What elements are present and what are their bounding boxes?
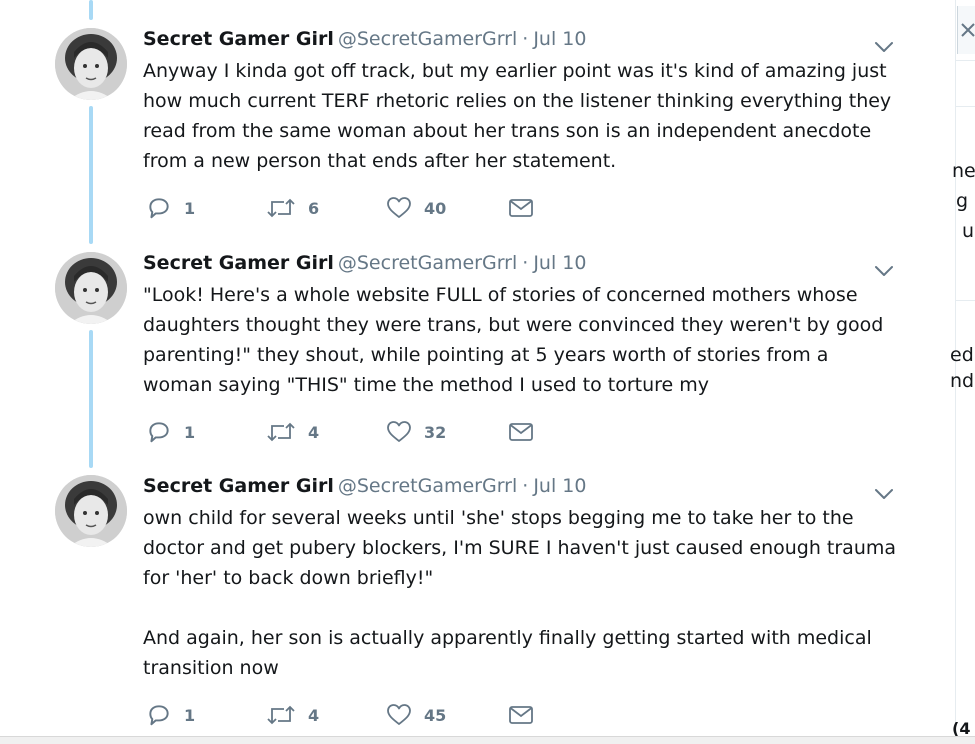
retweet-count: 4 xyxy=(308,705,320,725)
chevron-down-icon xyxy=(875,489,893,499)
display-name[interactable]: Secret Gamer Girl xyxy=(143,28,334,50)
close-icon[interactable] xyxy=(957,6,975,54)
tweet-text: Anyway I kinda got off track, but my ear… xyxy=(143,56,903,176)
heart-icon xyxy=(387,197,411,218)
reply-icon xyxy=(149,422,169,443)
retweet-button[interactable]: 4 xyxy=(266,417,319,447)
tweet-header: Secret Gamer Girl @SecretGamerGrrl · Jul 10 xyxy=(143,473,586,499)
thread-connector-line xyxy=(89,0,93,20)
envelope-icon xyxy=(509,706,533,724)
reply-button[interactable]: 1 xyxy=(146,700,195,730)
avatar[interactable] xyxy=(55,252,127,324)
tweet-actions: 1 4 32 xyxy=(146,417,546,447)
envelope-icon xyxy=(509,199,533,217)
tweet-paragraph: own child for several weeks until 'she' … xyxy=(143,507,897,589)
retweet-icon xyxy=(267,422,295,442)
tweet-text: own child for several weeks until 'she' … xyxy=(143,503,903,683)
retweet-count: 4 xyxy=(308,422,320,442)
tweet-date[interactable]: Jul 10 xyxy=(533,475,586,497)
reply-count: 1 xyxy=(184,422,196,442)
tweet[interactable]: Secret Gamer Girl @SecretGamerGrrl · Jul 10… xyxy=(0,475,922,735)
like-count: 45 xyxy=(424,705,447,725)
tweet-text: "Look! Here's a whole website FULL of st… xyxy=(143,280,903,400)
envelope-icon xyxy=(509,423,533,441)
like-button[interactable]: 45 xyxy=(386,700,446,730)
like-count: 32 xyxy=(424,422,447,442)
avatar[interactable] xyxy=(55,28,127,100)
direct-message-button[interactable] xyxy=(508,417,534,447)
user-handle[interactable]: @SecretGamerGrrl xyxy=(338,28,517,50)
tweet-paragraph: Anyway I kinda got off track, but my ear… xyxy=(143,60,892,172)
direct-message-button[interactable] xyxy=(508,193,534,223)
conversation-thread: Secret Gamer Girl @SecretGamerGrrl · Jul 10… xyxy=(0,0,922,743)
avatar[interactable] xyxy=(55,475,127,547)
separator-dot: · xyxy=(522,475,529,497)
retweet-button[interactable]: 6 xyxy=(266,193,319,223)
chevron-down-icon xyxy=(875,42,893,52)
tweet-date[interactable]: Jul 10 xyxy=(533,28,586,50)
heart-icon xyxy=(387,421,411,442)
like-button[interactable]: 32 xyxy=(386,417,446,447)
chevron-down-icon xyxy=(875,266,893,276)
retweet-icon xyxy=(267,198,295,218)
tweet-menu-button[interactable] xyxy=(874,262,894,276)
separator-dot: · xyxy=(522,252,529,274)
tweet-date[interactable]: Jul 10 xyxy=(533,252,586,274)
like-count: 40 xyxy=(424,198,447,218)
tweet[interactable]: Secret Gamer Girl @SecretGamerGrrl · Jul 10… xyxy=(0,28,922,228)
reply-icon xyxy=(149,198,169,219)
retweet-count: 6 xyxy=(308,198,320,218)
tweet-menu-button[interactable] xyxy=(874,485,894,499)
tweet-paragraph: And again, her son is actually apparentl… xyxy=(143,627,872,679)
tweet-header: Secret Gamer Girl @SecretGamerGrrl · Jul 10 xyxy=(143,250,586,276)
display-name[interactable]: Secret Gamer Girl xyxy=(143,252,334,274)
retweet-button[interactable]: 4 xyxy=(266,700,319,730)
reply-button[interactable]: 1 xyxy=(146,193,195,223)
display-name[interactable]: Secret Gamer Girl xyxy=(143,475,334,497)
user-handle[interactable]: @SecretGamerGrrl xyxy=(338,252,517,274)
reply-count: 1 xyxy=(184,705,196,725)
tweet-actions: 1 6 40 xyxy=(146,193,546,223)
like-button[interactable]: 40 xyxy=(386,193,446,223)
tweet-paragraph: "Look! Here's a whole website FULL of st… xyxy=(143,284,884,396)
tweet-menu-button[interactable] xyxy=(874,38,894,52)
tweet-actions: 1 4 45 xyxy=(146,700,546,730)
tweet-header: Secret Gamer Girl @SecretGamerGrrl · Jul 10 xyxy=(143,26,586,52)
separator-dot: · xyxy=(522,28,529,50)
reply-icon xyxy=(149,705,169,726)
user-handle[interactable]: @SecretGamerGrrl xyxy=(338,475,517,497)
reply-button[interactable]: 1 xyxy=(146,417,195,447)
page-scrollbar[interactable] xyxy=(957,0,975,743)
tweet[interactable]: Secret Gamer Girl @SecretGamerGrrl · Jul 10… xyxy=(0,252,922,452)
retweet-icon xyxy=(267,705,295,725)
direct-message-button[interactable] xyxy=(508,700,534,730)
heart-icon xyxy=(387,704,411,725)
reply-count: 1 xyxy=(184,198,196,218)
